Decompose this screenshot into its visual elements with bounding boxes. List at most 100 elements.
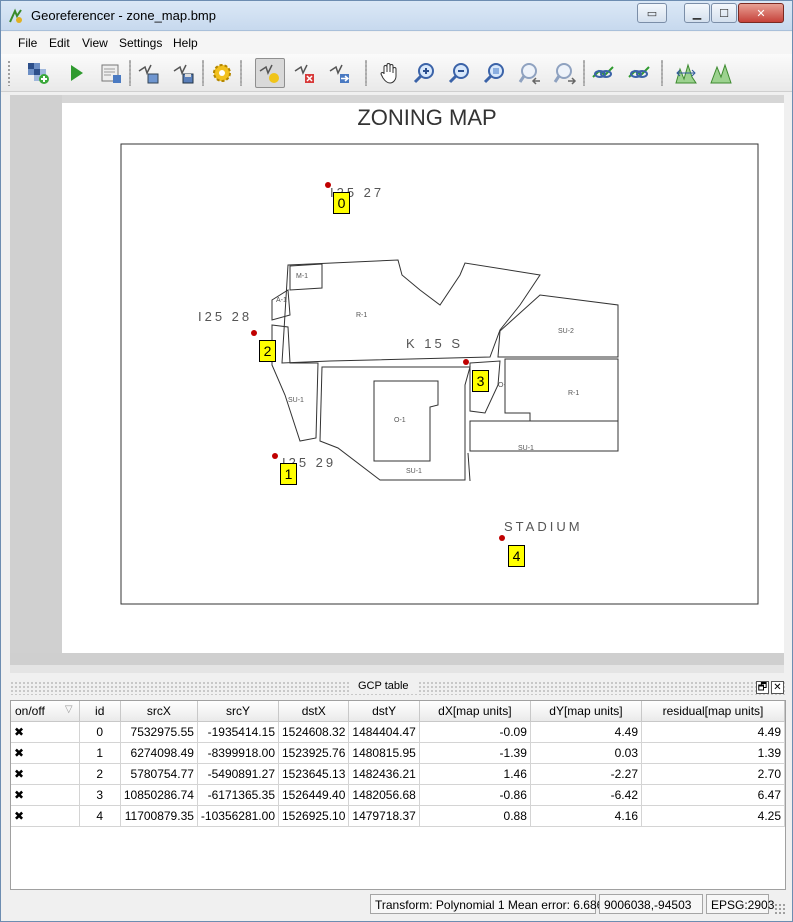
- cell-dstx[interactable]: 1526449.40: [278, 784, 350, 806]
- generate-gdal-script-icon: [101, 64, 121, 83]
- cell-srcy[interactable]: -6171365.35: [197, 784, 280, 806]
- crs-button[interactable]: EPSG:2903: [706, 894, 774, 914]
- enabled-checkbox[interactable]: ✖: [11, 784, 80, 806]
- cell-srcy[interactable]: -10356281.00: [197, 805, 280, 827]
- column-header-srcx[interactable]: srcX: [120, 701, 198, 722]
- cell-id: 1: [79, 742, 121, 764]
- open-raster-button[interactable]: [23, 58, 53, 88]
- menu-view[interactable]: View: [82, 36, 108, 50]
- column-header-dstx[interactable]: dstX: [278, 701, 350, 722]
- gcp-table[interactable]: on/off ▽ id srcX srcY dstX dstY dX[map u…: [10, 700, 786, 890]
- save-gcp-points-button[interactable]: [169, 58, 199, 88]
- gcp-point-3[interactable]: [463, 359, 469, 365]
- pan-button[interactable]: [374, 58, 404, 88]
- close-button[interactable]: ✕: [738, 3, 784, 23]
- cell-dsty[interactable]: 1480815.95: [348, 742, 420, 764]
- table-row[interactable]: ✖ 1 6274098.49 -8399918.00 1523925.76 14…: [11, 742, 785, 764]
- gcp-label-1[interactable]: 1: [280, 463, 297, 485]
- zoom-to-layer-button[interactable]: [480, 58, 510, 88]
- zoom-out-icon: [448, 63, 469, 84]
- cell-dstx[interactable]: 1523925.76: [278, 742, 350, 764]
- cell-dsty[interactable]: 1479718.37: [348, 805, 420, 827]
- column-header-dx[interactable]: dX[map units]: [419, 701, 531, 722]
- zoom-next-button[interactable]: [550, 58, 580, 88]
- zoom-in-button[interactable]: [410, 58, 440, 88]
- cell-dstx[interactable]: 1524608.32: [278, 721, 350, 743]
- table-row[interactable]: ✖ 3 10850286.74 -6171365.35 1526449.40 1…: [11, 784, 785, 806]
- move-gcp-point-button[interactable]: [325, 58, 355, 88]
- gcp-label-4[interactable]: 4: [508, 545, 525, 567]
- enabled-checkbox[interactable]: ✖: [11, 721, 80, 743]
- menu-help[interactable]: Help: [173, 36, 198, 50]
- gcp-point-4[interactable]: [499, 535, 505, 541]
- delete-point-button[interactable]: [290, 58, 320, 88]
- maximize-button[interactable]: ☐: [711, 3, 737, 23]
- column-header-label: on/off: [15, 703, 45, 718]
- menu-settings[interactable]: Settings: [119, 36, 162, 50]
- cell-srcy[interactable]: -5490891.27: [197, 763, 280, 785]
- column-header-srcy[interactable]: srcY: [197, 701, 280, 722]
- link-georeferencer-to-qgis-button[interactable]: [588, 58, 618, 88]
- column-header-residual[interactable]: residual[map units]: [641, 701, 785, 722]
- column-header-on-off[interactable]: on/off ▽: [11, 701, 80, 722]
- zoom-last-button[interactable]: [515, 58, 545, 88]
- transformation-settings-button[interactable]: [207, 58, 237, 88]
- gcp-point-1[interactable]: [272, 453, 278, 459]
- cell-srcx[interactable]: 7532975.55: [120, 721, 198, 743]
- cell-dsty[interactable]: 1484404.47: [348, 721, 420, 743]
- column-header-dy[interactable]: dY[map units]: [530, 701, 643, 722]
- zoom-out-button[interactable]: [445, 58, 475, 88]
- minimize-button[interactable]: ▁: [684, 3, 710, 23]
- cell-dstx[interactable]: 1523645.13: [278, 763, 350, 785]
- cell-srcx[interactable]: 11700879.35: [120, 805, 198, 827]
- cell-srcy[interactable]: -8399918.00: [197, 742, 280, 764]
- zoom-last-icon: [518, 63, 540, 85]
- cell-residual: 6.47: [641, 784, 785, 806]
- gcp-label-0[interactable]: 0: [333, 192, 350, 214]
- restore-button[interactable]: ▭: [637, 3, 667, 23]
- table-row[interactable]: ✖ 4 11700879.35 -10356281.00 1526925.10 …: [11, 805, 785, 827]
- generate-gdal-script-button[interactable]: [96, 58, 126, 88]
- title-bar[interactable]: Georeferencer - zone_map.bmp ▭ ▁ ☐ ✕: [1, 1, 792, 31]
- link-qgis-to-georeferencer-button[interactable]: [624, 58, 654, 88]
- status-bar: Transform: Polynomial 1 Mean error: 6.68…: [1, 893, 792, 921]
- cell-srcy[interactable]: -1935414.15: [197, 721, 280, 743]
- map-canvas[interactable]: ZONING MAP I25 27 I25 28 I25 29 K 15 S S…: [10, 95, 784, 665]
- gcp-point-0[interactable]: [325, 182, 331, 188]
- enabled-checkbox[interactable]: ✖: [11, 805, 80, 827]
- canvas-splitter[interactable]: [10, 665, 784, 673]
- full-histogram-stretch-button[interactable]: [671, 58, 701, 88]
- cell-residual: 1.39: [641, 742, 785, 764]
- gcp-label-3[interactable]: 3: [472, 370, 489, 392]
- cell-srcx[interactable]: 10850286.74: [120, 784, 198, 806]
- gcp-label-2[interactable]: 2: [259, 340, 276, 362]
- cell-dstx[interactable]: 1526925.10: [278, 805, 350, 827]
- zoning-map-drawing: ZONING MAP I25 27 I25 28 I25 29 K 15 S S…: [120, 105, 759, 605]
- qgis-georeferencer-icon: [9, 8, 22, 23]
- menu-file[interactable]: File: [18, 36, 37, 50]
- table-row[interactable]: ✖ 2 5780754.77 -5490891.27 1523645.13 14…: [11, 763, 785, 785]
- toolbar-grip[interactable]: [7, 60, 11, 86]
- local-histogram-stretch-button[interactable]: [706, 58, 736, 88]
- gcp-point-2[interactable]: [251, 330, 257, 336]
- cell-srcx[interactable]: 6274098.49: [120, 742, 198, 764]
- enabled-checkbox[interactable]: ✖: [11, 763, 80, 785]
- gcp-dock-titlebar[interactable]: GCP table: [10, 680, 786, 695]
- column-header-dsty[interactable]: dstY: [348, 701, 420, 722]
- resize-grip[interactable]: [774, 903, 786, 915]
- dock-float-button[interactable]: 🗗: [756, 681, 769, 694]
- load-gcp-points-button[interactable]: [134, 58, 164, 88]
- menu-edit[interactable]: Edit: [49, 36, 70, 50]
- cell-srcx[interactable]: 5780754.77: [120, 763, 198, 785]
- table-row[interactable]: ✖ 0 7532975.55 -1935414.15 1524608.32 14…: [11, 721, 785, 743]
- cell-dsty[interactable]: 1482056.68: [348, 784, 420, 806]
- map-title-text: ZONING MAP: [357, 105, 496, 130]
- start-georeferencing-icon: [71, 65, 83, 81]
- dock-close-button[interactable]: ✕: [771, 681, 784, 694]
- add-point-button[interactable]: [255, 58, 285, 88]
- check-x-icon: ✖: [14, 787, 25, 802]
- start-georeferencing-button[interactable]: [61, 58, 91, 88]
- column-header-id[interactable]: id: [79, 701, 121, 722]
- cell-dsty[interactable]: 1482436.21: [348, 763, 420, 785]
- enabled-checkbox[interactable]: ✖: [11, 742, 80, 764]
